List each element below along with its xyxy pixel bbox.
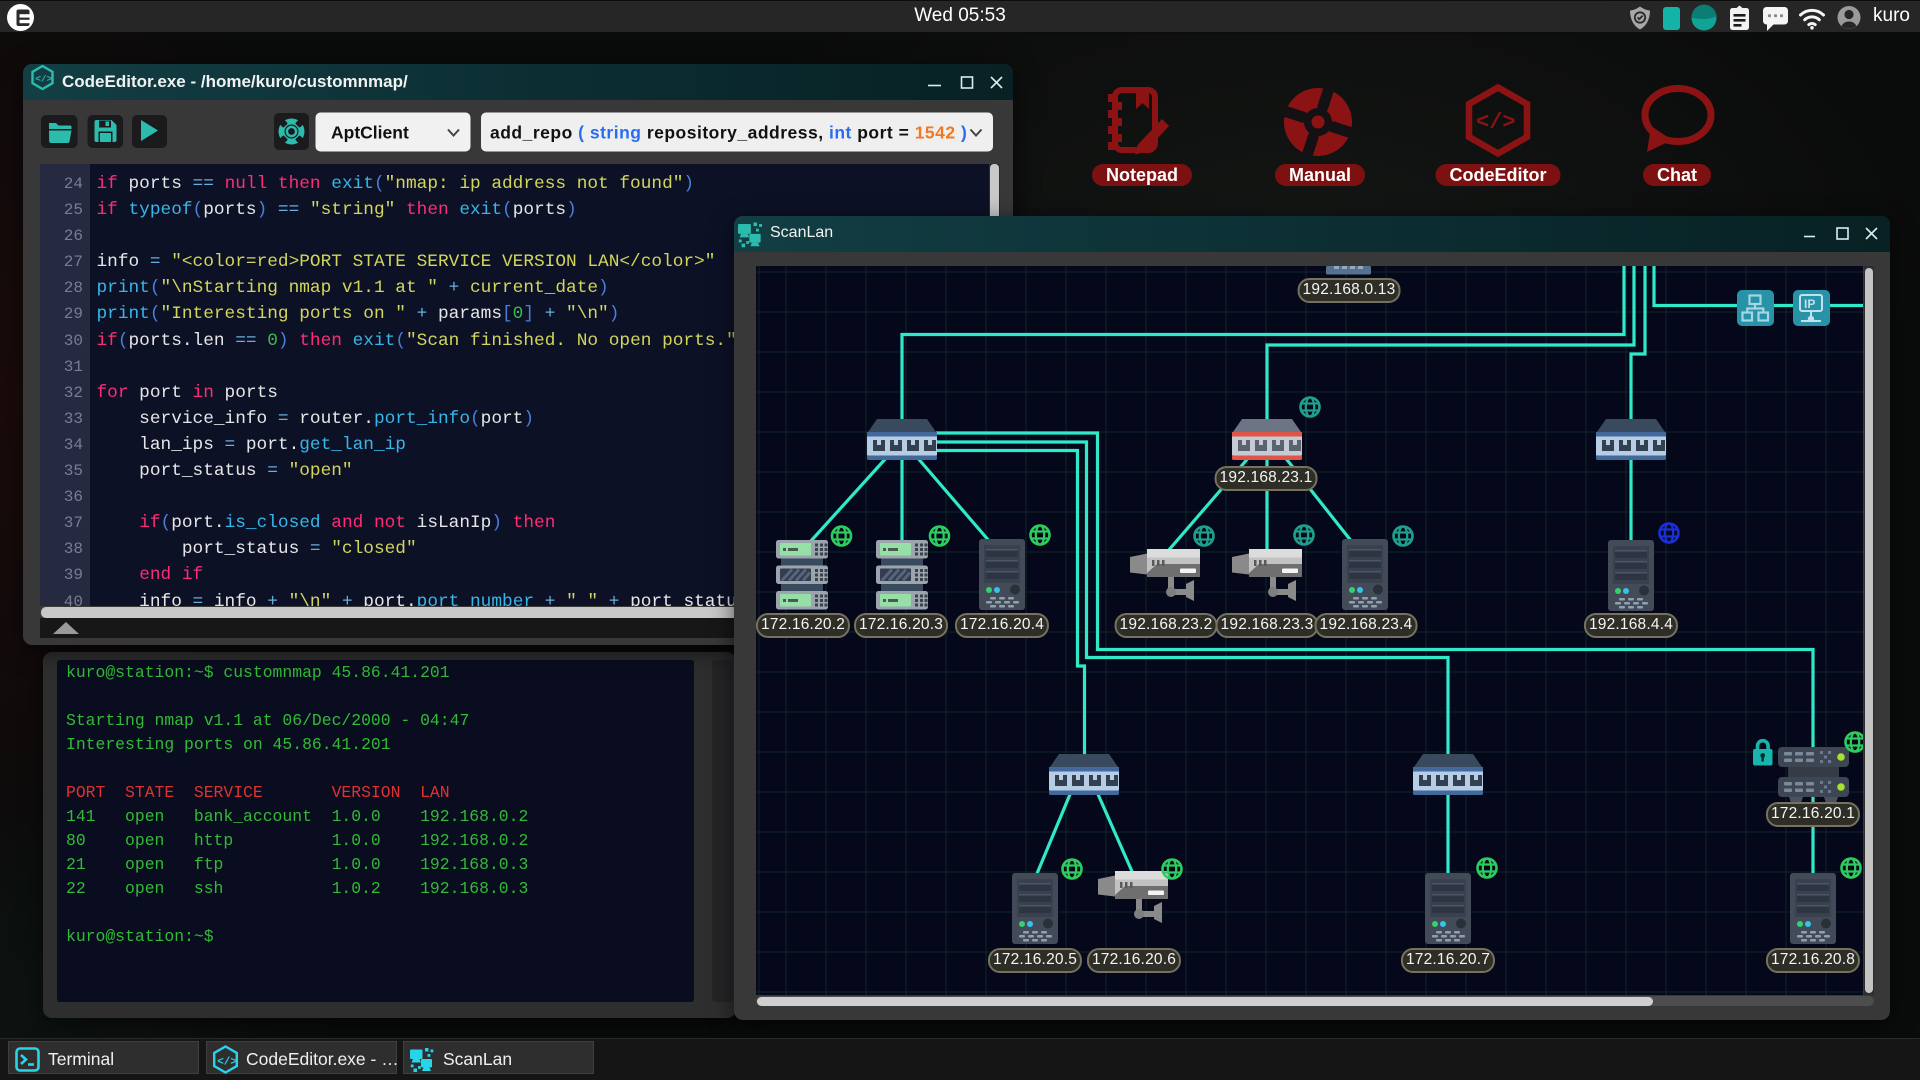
- svg-text:</>: </>: [217, 1057, 237, 1069]
- svg-text:AptClient: AptClient: [331, 123, 409, 143]
- svg-text:IP: IP: [1804, 297, 1815, 311]
- svg-text:add_repo ( string repository_a: add_repo ( string repository_address, in…: [490, 123, 967, 143]
- svg-text:</>: </>: [35, 74, 52, 85]
- svg-text:</>: </>: [1476, 110, 1516, 135]
